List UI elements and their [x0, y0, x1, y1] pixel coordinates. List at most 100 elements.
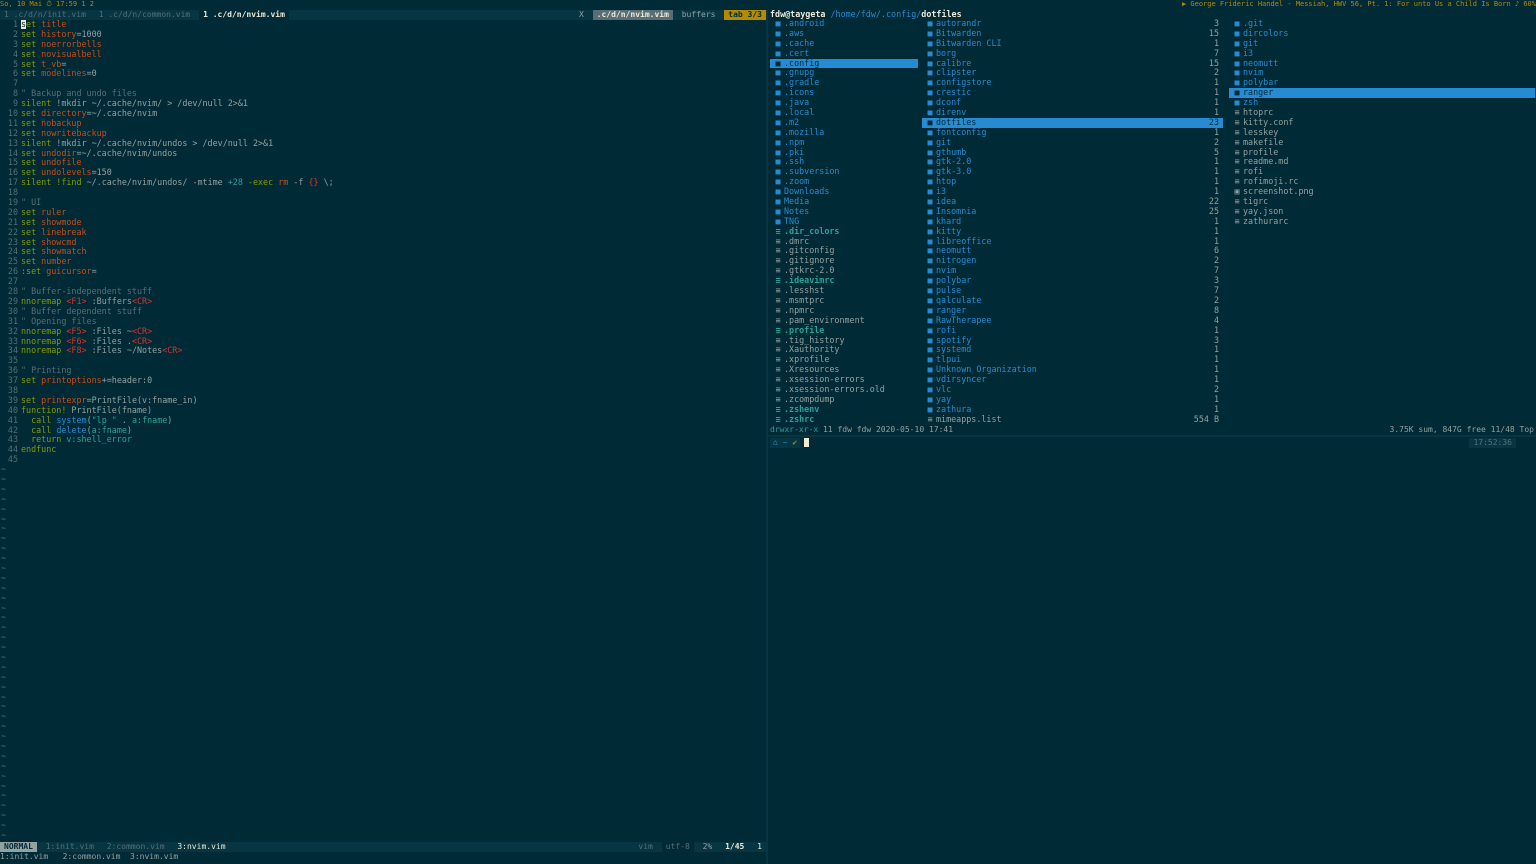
code-line: 22 set linebreak [0, 227, 766, 238]
empty-line-tilde: ~ [1, 572, 7, 583]
vim-tab-1[interactable]: 1 .c/d/n/init.vim [0, 10, 90, 20]
ranger-entry[interactable]: ■ polybar [1229, 77, 1535, 88]
ranger-entry-name: .pki [784, 146, 805, 157]
ranger-entry[interactable]: ■ fontconfig 1 [922, 127, 1223, 138]
ranger-entry-name: .Xauthority [784, 344, 840, 355]
ranger-entry[interactable]: ■ git [1229, 38, 1535, 49]
code-token: " Printing [21, 365, 72, 376]
ranger-entry-name: Downloads [784, 186, 830, 197]
ranger-entry-name: .java [784, 97, 810, 108]
ranger-entry-name: vdirsyncer [936, 374, 987, 385]
code-token: . [116, 414, 132, 425]
vim-tab-close-button[interactable]: X [575, 10, 588, 20]
vim-tabline-right: X .c/d/n/nvim.vim buffers tab 3/3 [575, 10, 766, 20]
ranger-entry-name: .cache [784, 37, 815, 48]
code-token: :Files . [86, 335, 132, 346]
code-token: <F8> [66, 345, 87, 356]
ranger-entry[interactable]: ■ Bitwarden CLI 1 [922, 38, 1223, 49]
code-token: <F1> [66, 295, 87, 306]
code-token: set [21, 68, 42, 79]
ranger-entry[interactable]: ≡ .zshrc [770, 413, 918, 425]
ranger-entry[interactable]: ■ git 2 [922, 137, 1223, 148]
vim-column: 1 [757, 842, 762, 851]
ranger-entry[interactable]: ■ ranger [1229, 87, 1535, 99]
ranger-entry-name: configstore [936, 77, 992, 88]
vim-tab-3[interactable]: 1 .c/d/n/nvim.vim [199, 10, 289, 20]
code-token: guicursor [46, 266, 92, 277]
ranger-entry-name: neomutt [1243, 57, 1279, 68]
empty-line-tilde: ~ [1, 592, 7, 603]
ranger-entry-name: .gtkrc-2.0 [784, 265, 835, 276]
ranger-entry-name: .android [784, 19, 825, 28]
ranger-entry[interactable]: ≡ mimeapps.list 554 B [922, 414, 1223, 425]
code-token: :Buffers [86, 295, 132, 306]
ranger-entry-name: direnv [936, 107, 967, 118]
vim-tab-2[interactable]: 1 .c/d/n/common.vim [95, 10, 195, 20]
vim-buffer-3[interactable]: 3:nvim.vim [173, 842, 229, 852]
ranger-entry[interactable]: ■ i3 1 [922, 186, 1223, 197]
ranger-entry-name: TNG [784, 215, 800, 226]
empty-line-tilde: ~ [1, 582, 7, 593]
code-token: set [21, 48, 42, 59]
empty-line-tilde: ~ [1, 652, 7, 662]
ranger-entry-name: Unknown Organization [936, 364, 1037, 375]
vim-editor[interactable]: 1 set title 2 set history=1000 3 set noerrorb… [0, 20, 766, 842]
ranger-entry[interactable]: ≡ readme.md [1229, 157, 1535, 167]
vim-buffer-2[interactable]: 2:common.vim [103, 842, 169, 852]
empty-line-tilde: ~ [1, 711, 7, 722]
ranger-entry[interactable]: ■ neomutt [1229, 57, 1535, 69]
ranger-entry[interactable]: ■ Insomnia 25 [922, 206, 1223, 217]
ranger-entry[interactable]: ■ gtk-3.0 1 [922, 166, 1223, 177]
code-token: \; [318, 177, 334, 188]
empty-line-tilde: ~ [1, 770, 7, 781]
ranger-entry-name: lesskey [1243, 126, 1279, 137]
ranger-entry[interactable]: ■ dircolors [1229, 28, 1535, 39]
ranger-entry[interactable]: ▣ screenshot.png [1229, 186, 1535, 197]
code-token: ) [126, 424, 132, 435]
ranger-entry-name: .npm [784, 136, 805, 147]
ranger-column-preview[interactable]: ■ .git ■ dircolors ■ git ■ i3 ■ neomutt ■ nvim ■ poly… [1229, 19, 1535, 429]
ranger-entry[interactable]: ■ khard 1 [922, 215, 1223, 227]
code-token: nnoremap [21, 325, 67, 336]
code-token: PrintFile(fname) [71, 404, 153, 415]
code-token: ruler [41, 206, 67, 217]
ranger-entry[interactable]: ■ vlc 2 [922, 384, 1223, 395]
system-bar-left: So, 10 Mai ⏱ 17:59 1 2 [0, 0, 94, 8]
vim-buffer-1[interactable]: 1:init.vim [42, 842, 98, 852]
ranger-entry[interactable]: ■ polybar 3 [922, 275, 1223, 286]
vim-cmdline[interactable]: 1:init.vim 2:common.vim 3:nvim.vim [0, 852, 766, 864]
ranger-entry[interactable]: ■ vdirsyncer 1 [922, 374, 1223, 385]
ranger-column-current[interactable]: ■ autorandr 3 ■ Bitwarden 15 ■ Bitwarden CLI 1 ■ b… [922, 19, 1223, 429]
ranger-entry[interactable]: ■ RawTherapee 4 [922, 315, 1223, 326]
shell-prompt[interactable]: ⌂ ~ ✔ 17:52:36 [770, 438, 1536, 448]
ranger-entry[interactable]: ■ crestic 1 [922, 87, 1223, 98]
ranger-entry[interactable]: ■ systemd 1 [922, 344, 1223, 355]
vim-mode: NORMAL [0, 842, 37, 852]
ranger-entry[interactable]: ■ htop 1 [922, 176, 1223, 187]
ranger-entry-name: khard [936, 215, 962, 226]
ranger-entry-name: .zshrc [784, 413, 815, 424]
ranger-entry[interactable]: ■ nitrogen 2 [922, 255, 1223, 266]
empty-line-tilde: ~ [1, 701, 7, 712]
ranger-entry[interactable]: ■ dconf 1 [922, 97, 1223, 108]
ranger-entry-name: .config [784, 57, 820, 68]
code-line: 14 set undodir=~/.cache/nvim/undos [0, 148, 766, 159]
ranger-entry-name: yay [936, 393, 952, 404]
empty-line-tilde: ~ [1, 810, 7, 821]
code-token: :Files ~ [86, 325, 132, 336]
ranger-entry[interactable]: ■ zsh [1229, 97, 1535, 108]
ranger-column-parent[interactable]: ■ .android ■ .aws ■ .cache ■ .cert ■ .config ■ .gnu… [770, 19, 918, 429]
code-token: nnoremap [21, 335, 67, 346]
ranger-current-dir: dotfiles [921, 9, 962, 19]
ranger-entry-name: .pam_environment [784, 314, 865, 325]
code-token: nnoremap [21, 345, 67, 356]
code-token: <CR> [162, 345, 183, 356]
empty-line-tilde: ~ [1, 741, 7, 752]
ranger-entry[interactable]: ■ qalculate 2 [922, 295, 1223, 306]
code-token: v:shell_error [66, 434, 132, 445]
ranger-entry[interactable]: ≡ zathurarc [1229, 216, 1535, 227]
code-line: 3 set noerrorbells [0, 39, 766, 50]
code-line: 5 set t_vb= [0, 59, 766, 70]
code-token: set [21, 117, 42, 128]
